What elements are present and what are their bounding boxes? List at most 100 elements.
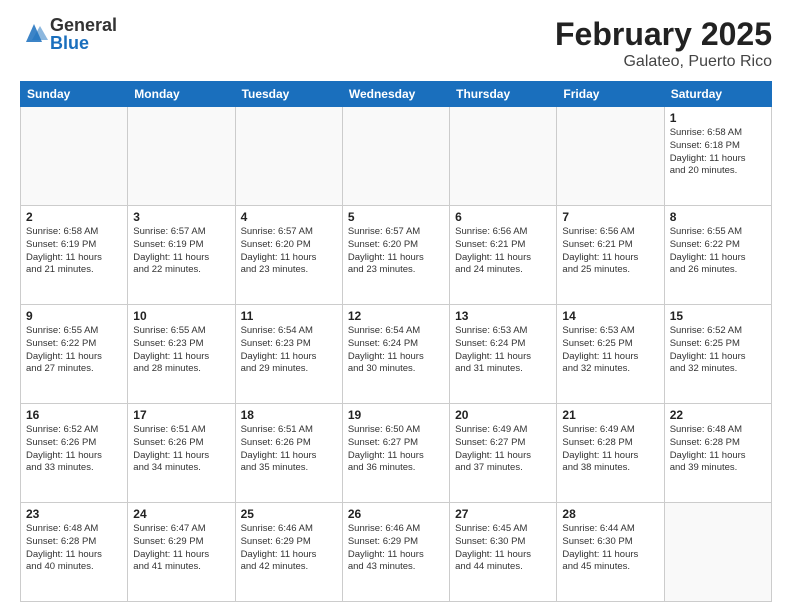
day-number: 25 (241, 507, 337, 521)
calendar-cell: 11Sunrise: 6:54 AM Sunset: 6:23 PM Dayli… (235, 305, 342, 404)
day-number: 18 (241, 408, 337, 422)
day-number: 22 (670, 408, 766, 422)
day-number: 6 (455, 210, 551, 224)
header: General Blue February 2025 Galateo, Puer… (20, 16, 772, 71)
day-info: Sunrise: 6:57 AM Sunset: 6:20 PM Dayligh… (241, 226, 337, 277)
title-block: February 2025 Galateo, Puerto Rico (555, 16, 772, 71)
weekday-header-saturday: Saturday (664, 82, 771, 107)
day-number: 26 (348, 507, 444, 521)
day-info: Sunrise: 6:49 AM Sunset: 6:27 PM Dayligh… (455, 424, 551, 475)
calendar-cell (664, 503, 771, 602)
day-number: 7 (562, 210, 658, 224)
weekday-header-sunday: Sunday (21, 82, 128, 107)
calendar-cell: 13 Sunrise: 6:53 AM Sunset: 6:24 PM Dayli… (450, 305, 557, 404)
day-number: 10 (133, 309, 229, 323)
calendar-body: 1 Sunrise: 6:58 AM Sunset: 6:18 PM Daylig… (21, 107, 772, 602)
calendar-cell (128, 107, 235, 206)
day-number: 17 (133, 408, 229, 422)
calendar-cell: 28 Sunrise: 6:44 AM Sunset: 6:30 PM Dayli… (557, 503, 664, 602)
day-number: 21 (562, 408, 658, 422)
day-info: Sunrise: 6:46 AM Sunset: 6:29 PM Dayligh… (241, 523, 337, 574)
calendar-cell: 12Sunrise: 6:54 AM Sunset: 6:24 PM Dayli… (342, 305, 449, 404)
weekday-header-row: SundayMondayTuesdayWednesdayThursdayFrid… (21, 82, 772, 107)
logo-text: General Blue (50, 16, 117, 52)
logo-icon (20, 20, 48, 48)
calendar-cell: 23 Sunrise: 6:48 AM Sunset: 6:28 PM Dayli… (21, 503, 128, 602)
day-number: 9 (26, 309, 122, 323)
calendar-cell (235, 107, 342, 206)
logo-blue-text: Blue (50, 34, 117, 52)
weekday-header-thursday: Thursday (450, 82, 557, 107)
calendar-cell (557, 107, 664, 206)
day-number: 2 (26, 210, 122, 224)
day-number: 13 (455, 309, 551, 323)
calendar-cell (21, 107, 128, 206)
calendar-week-row: 23 Sunrise: 6:48 AM Sunset: 6:28 PM Dayli… (21, 503, 772, 602)
logo: General Blue (20, 16, 117, 52)
calendar-cell: 18 Sunrise: 6:51 AM Sunset: 6:26 PM Dayli… (235, 404, 342, 503)
day-info: Sunrise: 6:47 AM Sunset: 6:29 PM Dayligh… (133, 523, 229, 574)
day-info: Sunrise: 6:48 AM Sunset: 6:28 PM Dayligh… (670, 424, 766, 475)
day-info: Sunrise: 6:44 AM Sunset: 6:30 PM Dayligh… (562, 523, 658, 574)
day-info: Sunrise: 6:51 AM Sunset: 6:26 PM Dayligh… (241, 424, 337, 475)
day-info: Sunrise: 6:53 AM Sunset: 6:24 PM Dayligh… (455, 325, 551, 376)
calendar-cell: 16 Sunrise: 6:52 AM Sunset: 6:26 PM Dayli… (21, 404, 128, 503)
day-info: Sunrise: 6:52 AM Sunset: 6:25 PM Dayligh… (670, 325, 766, 376)
calendar-cell: 2 Sunrise: 6:58 AM Sunset: 6:19 PM Daylig… (21, 206, 128, 305)
calendar-table: SundayMondayTuesdayWednesdayThursdayFrid… (20, 81, 772, 602)
day-info: Sunrise: 6:52 AM Sunset: 6:26 PM Dayligh… (26, 424, 122, 475)
day-number: 19 (348, 408, 444, 422)
day-number: 14 (562, 309, 658, 323)
day-number: 5 (348, 210, 444, 224)
day-info: Sunrise: 6:57 AM Sunset: 6:20 PM Dayligh… (348, 226, 444, 277)
day-info: Sunrise: 6:58 AM Sunset: 6:18 PM Dayligh… (670, 127, 766, 178)
day-info: Sunrise: 6:57 AM Sunset: 6:19 PM Dayligh… (133, 226, 229, 277)
day-number: 3 (133, 210, 229, 224)
day-info: Sunrise: 6:46 AM Sunset: 6:29 PM Dayligh… (348, 523, 444, 574)
day-info: Sunrise: 6:58 AM Sunset: 6:19 PM Dayligh… (26, 226, 122, 277)
day-info: Sunrise: 6:49 AM Sunset: 6:28 PM Dayligh… (562, 424, 658, 475)
day-number: 15 (670, 309, 766, 323)
day-info: Sunrise: 6:45 AM Sunset: 6:30 PM Dayligh… (455, 523, 551, 574)
calendar-week-row: 16 Sunrise: 6:52 AM Sunset: 6:26 PM Dayli… (21, 404, 772, 503)
day-info: Sunrise: 6:56 AM Sunset: 6:21 PM Dayligh… (455, 226, 551, 277)
day-number: 4 (241, 210, 337, 224)
calendar-cell: 20Sunrise: 6:49 AM Sunset: 6:27 PM Dayli… (450, 404, 557, 503)
weekday-header-wednesday: Wednesday (342, 82, 449, 107)
day-info: Sunrise: 6:55 AM Sunset: 6:22 PM Dayligh… (26, 325, 122, 376)
calendar-cell: 14 Sunrise: 6:53 AM Sunset: 6:25 PM Dayli… (557, 305, 664, 404)
day-number: 12 (348, 309, 444, 323)
logo-general-text: General (50, 16, 117, 34)
calendar-week-row: 2 Sunrise: 6:58 AM Sunset: 6:19 PM Daylig… (21, 206, 772, 305)
title-month: February 2025 (555, 16, 772, 53)
calendar-cell: 21 Sunrise: 6:49 AM Sunset: 6:28 PM Dayli… (557, 404, 664, 503)
weekday-header-tuesday: Tuesday (235, 82, 342, 107)
day-number: 23 (26, 507, 122, 521)
calendar-cell: 26 Sunrise: 6:46 AM Sunset: 6:29 PM Dayli… (342, 503, 449, 602)
calendar-cell: 25 Sunrise: 6:46 AM Sunset: 6:29 PM Dayli… (235, 503, 342, 602)
calendar-week-row: 1 Sunrise: 6:58 AM Sunset: 6:18 PM Daylig… (21, 107, 772, 206)
day-number: 28 (562, 507, 658, 521)
day-info: Sunrise: 6:53 AM Sunset: 6:25 PM Dayligh… (562, 325, 658, 376)
calendar-cell: 17 Sunrise: 6:51 AM Sunset: 6:26 PM Dayli… (128, 404, 235, 503)
calendar-cell: 19Sunrise: 6:50 AM Sunset: 6:27 PM Dayli… (342, 404, 449, 503)
calendar-cell: 15 Sunrise: 6:52 AM Sunset: 6:25 PM Dayli… (664, 305, 771, 404)
weekday-header-friday: Friday (557, 82, 664, 107)
calendar-cell: 7 Sunrise: 6:56 AM Sunset: 6:21 PM Daylig… (557, 206, 664, 305)
day-info: Sunrise: 6:51 AM Sunset: 6:26 PM Dayligh… (133, 424, 229, 475)
calendar-cell (450, 107, 557, 206)
day-info: Sunrise: 6:48 AM Sunset: 6:28 PM Dayligh… (26, 523, 122, 574)
calendar-cell: 6 Sunrise: 6:56 AM Sunset: 6:21 PM Daylig… (450, 206, 557, 305)
day-info: Sunrise: 6:56 AM Sunset: 6:21 PM Dayligh… (562, 226, 658, 277)
calendar-cell: 10Sunrise: 6:55 AM Sunset: 6:23 PM Dayli… (128, 305, 235, 404)
calendar-cell: 27 Sunrise: 6:45 AM Sunset: 6:30 PM Dayli… (450, 503, 557, 602)
calendar-cell (342, 107, 449, 206)
calendar-cell: 24 Sunrise: 6:47 AM Sunset: 6:29 PM Dayli… (128, 503, 235, 602)
page: General Blue February 2025 Galateo, Puer… (0, 0, 792, 612)
day-number: 1 (670, 111, 766, 125)
title-location: Galateo, Puerto Rico (555, 53, 772, 71)
day-number: 24 (133, 507, 229, 521)
day-number: 27 (455, 507, 551, 521)
day-number: 16 (26, 408, 122, 422)
day-number: 11 (241, 309, 337, 323)
